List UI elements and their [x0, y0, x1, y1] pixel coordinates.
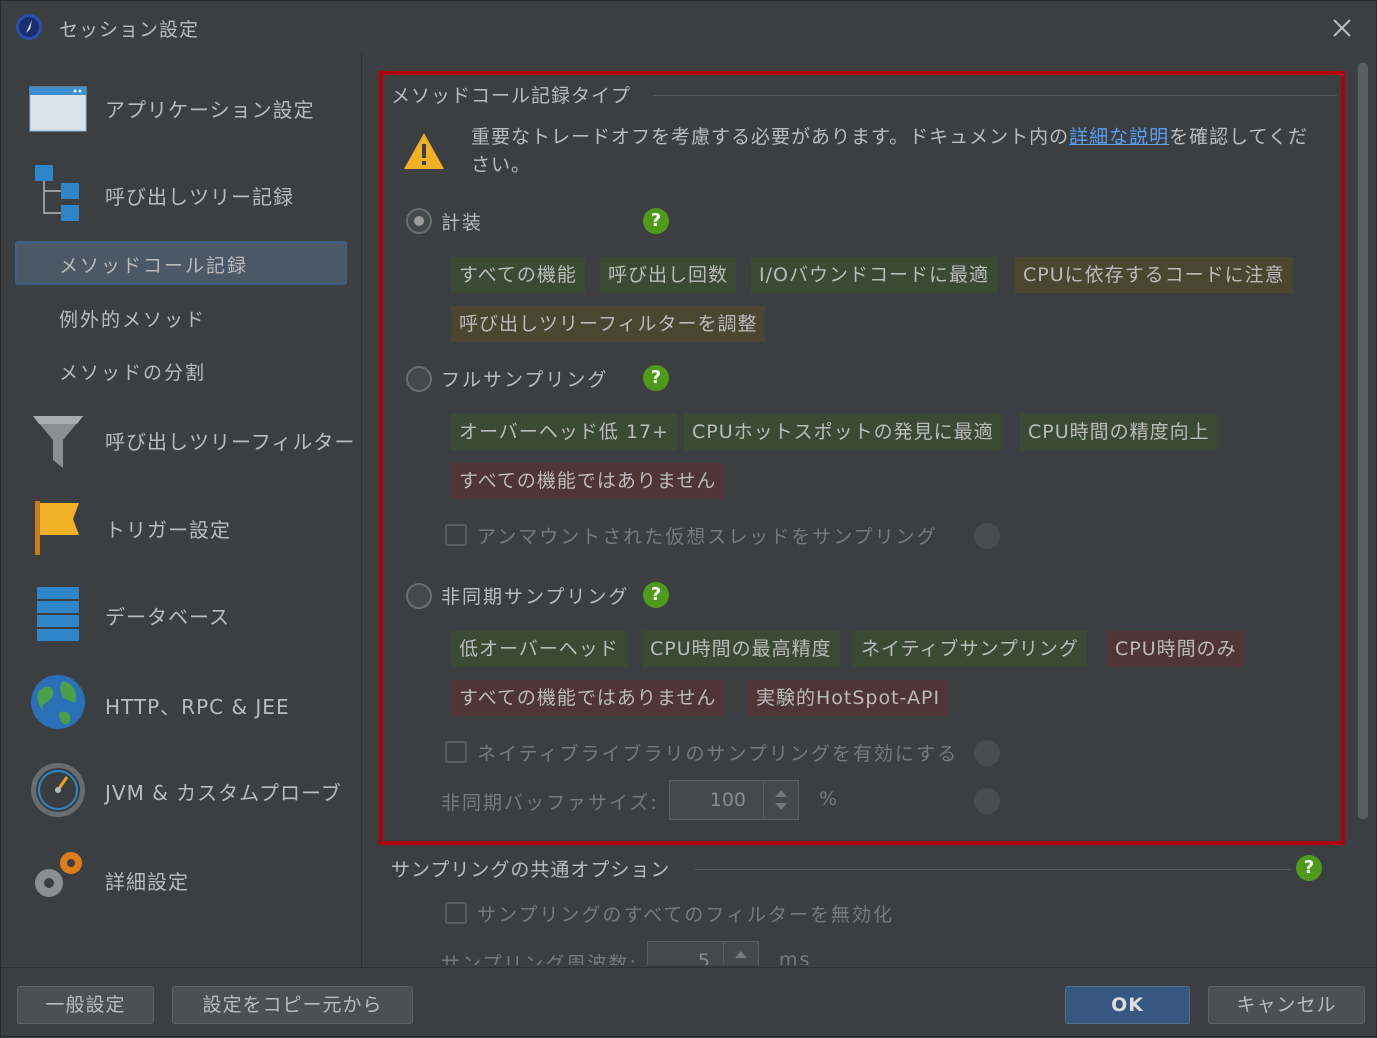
sidebar-item-application-settings[interactable]: アプリケーション設定: [1, 67, 361, 147]
section-title-common-sampling: サンプリングの共通オプション: [391, 859, 671, 881]
sidebar-item-label: アプリケーション設定: [105, 98, 315, 122]
settings-sidebar: アプリケーション設定 呼び出しツリー記録 メソッドコール記録 例外的メソッド メ…: [1, 53, 361, 967]
sampling-frequency-unit: ms: [779, 949, 812, 965]
gauge-icon: [31, 763, 85, 817]
sidebar-item-label: HTTP、RPC & JEE: [105, 695, 290, 719]
flag-icon: [35, 501, 79, 555]
sidebar-item-label: データベース: [105, 605, 230, 629]
sidebar-item-method-call-recording[interactable]: メソッドコール記録: [15, 241, 347, 285]
funnel-icon: [33, 416, 83, 468]
sidebar-item-databases[interactable]: データベース: [1, 573, 361, 653]
cancel-button[interactable]: キャンセル: [1208, 986, 1365, 1024]
database-icon: [37, 587, 79, 641]
sidebar-item-exceptional-methods[interactable]: 例外的メソッド: [15, 295, 347, 339]
sidebar-subitem-label: 例外的メソッド: [59, 309, 207, 331]
sidebar-item-http-rpc-jee[interactable]: HTTP、RPC & JEE: [1, 661, 361, 741]
close-icon[interactable]: [1327, 13, 1357, 43]
sampling-frequency-spinner[interactable]: 5: [647, 941, 759, 965]
session-settings-dialog: セッション設定 アプリケーション設定 呼び出しツリー記録 メソッドコール記録 例…: [0, 0, 1377, 1037]
sidebar-item-label: 詳細設定: [105, 870, 189, 894]
sidebar-item-label: 呼び出しツリーフィルター: [105, 430, 356, 454]
sidebar-item-label: JVM & カスタムプローブ: [105, 781, 342, 805]
sampling-frequency-label: サンプリング周波数:: [441, 953, 638, 965]
sidebar-subitem-label: メソッドコール記録: [59, 255, 249, 277]
disable-filters-label: サンプリングのすべてのフィルターを無効化: [477, 904, 894, 926]
section-separator: [695, 869, 1291, 870]
general-settings-button[interactable]: 一般設定: [17, 986, 154, 1024]
sidebar-subitem-label: メソッドの分割: [59, 362, 207, 384]
spinner-arrows-icon[interactable]: [723, 942, 758, 965]
sidebar-item-call-tree-recording[interactable]: 呼び出しツリー記録: [1, 153, 361, 233]
sidebar-item-label: 呼び出しツリー記録: [105, 185, 294, 209]
sidebar-item-split-methods[interactable]: メソッドの分割: [15, 348, 347, 392]
application-window-icon: [29, 86, 87, 132]
disable-filters-checkbox[interactable]: [445, 902, 467, 924]
sidebar-item-call-tree-filters[interactable]: 呼び出しツリーフィルター: [1, 398, 361, 478]
spinner-value: 5: [697, 950, 710, 965]
globe-icon: [31, 675, 85, 729]
sidebar-item-label: トリガー設定: [105, 518, 231, 542]
copy-settings-from-button[interactable]: 設定をコピー元から: [172, 986, 413, 1024]
help-icon[interactable]: ?: [1296, 855, 1322, 881]
dialog-button-bar: 一般設定 設定をコピー元から OK キャンセル: [1, 967, 1376, 1038]
app-logo-icon: [16, 14, 42, 40]
call-tree-icon: [35, 165, 79, 221]
sidebar-item-jvm-custom-probes[interactable]: JVM & カスタムプローブ: [1, 749, 361, 829]
clipped-row: サンプリング周波数: 5 ms: [363, 941, 1353, 965]
highlight-frame: [379, 71, 1345, 845]
sidebar-item-advanced-settings[interactable]: 詳細設定: [1, 837, 361, 917]
title-bar: セッション設定: [1, 1, 1376, 53]
content-scrollbar[interactable]: [1355, 61, 1371, 961]
scrollbar-thumb[interactable]: [1358, 63, 1368, 819]
gears-icon: [35, 852, 82, 897]
ok-button[interactable]: OK: [1065, 986, 1190, 1024]
window-title: セッション設定: [59, 19, 200, 41]
sidebar-divider: [361, 53, 362, 967]
sidebar-item-trigger-settings[interactable]: トリガー設定: [1, 485, 361, 565]
